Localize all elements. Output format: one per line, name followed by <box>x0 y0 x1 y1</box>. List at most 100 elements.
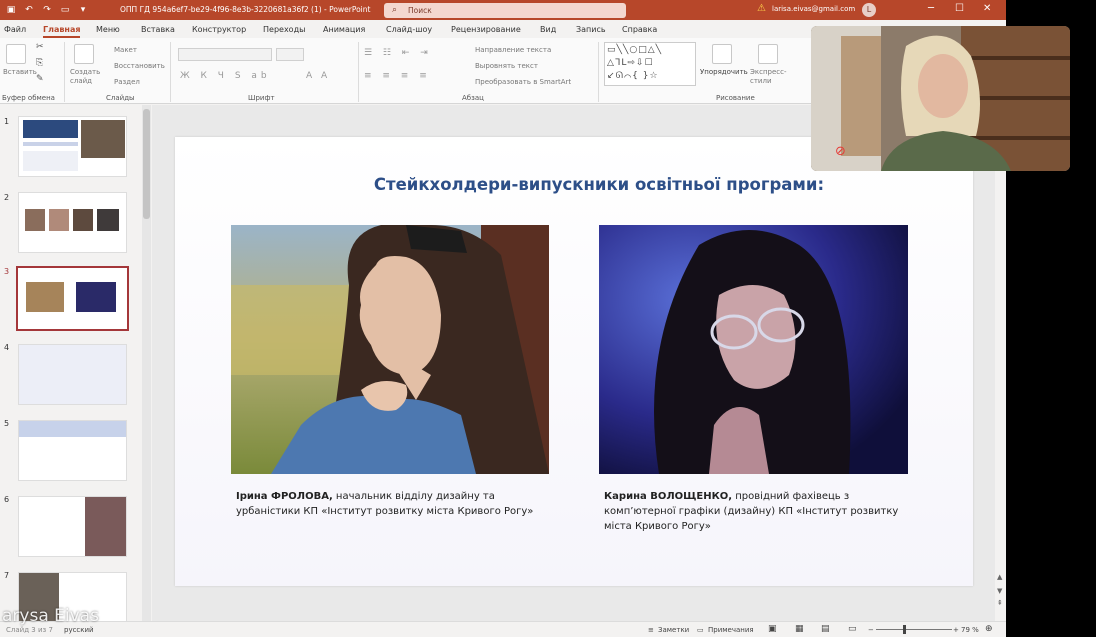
new-slide-icon[interactable] <box>74 44 94 64</box>
slide-canvas[interactable]: Стейкхолдери-випускники освітньої програ… <box>175 137 973 586</box>
slide-thumbnail-3[interactable] <box>16 266 129 331</box>
notes-button[interactable]: Заметки <box>658 626 689 634</box>
minimize-icon[interactable]: ─ <box>928 3 934 14</box>
status-bar: Слайд 3 из 7 русский ≡ Заметки ▭ Примеча… <box>0 621 1006 637</box>
group-drawing: Рисование <box>716 94 755 102</box>
user-email[interactable]: larisa.eivas@gmail.com <box>772 5 855 13</box>
paste-button[interactable]: Вставить <box>3 68 37 76</box>
avatar[interactable]: L <box>862 3 876 17</box>
caption-iryna-name: Ірина ФРОЛОВА, <box>236 491 333 502</box>
align-buttons[interactable]: ≡ ≡ ≡ ≡ <box>364 71 431 81</box>
photo-iryna[interactable] <box>231 225 549 474</box>
font-color-buttons[interactable]: A A <box>306 71 330 81</box>
comments-icon[interactable]: ▭ <box>697 626 704 634</box>
tab-view[interactable]: Вид <box>540 25 556 34</box>
align-text-button[interactable]: Выровнять текст <box>475 62 538 70</box>
group-slides: Слайды <box>106 94 135 102</box>
font-family-select[interactable] <box>178 48 272 61</box>
slide-thumbnail-2[interactable] <box>18 192 127 253</box>
scroll-up-icon[interactable]: ▲ <box>997 573 1002 581</box>
font-size-select[interactable] <box>276 48 304 61</box>
slide-thumbnail-1[interactable] <box>18 116 127 177</box>
slide-thumbnail-4[interactable] <box>18 344 127 405</box>
save-icon[interactable]: ▣ <box>4 3 18 17</box>
tab-transitions[interactable]: Переходы <box>263 25 305 34</box>
slide-sorter-icon[interactable]: ▦ <box>795 624 804 634</box>
thumbnail-scrollbar[interactable] <box>142 105 151 621</box>
section-button[interactable]: Раздел <box>114 78 140 86</box>
normal-view-icon[interactable]: ▣ <box>768 624 777 634</box>
comments-button[interactable]: Примечания <box>708 626 754 634</box>
zoom-out-icon[interactable]: − <box>868 626 874 634</box>
reading-view-icon[interactable]: ▤ <box>821 624 830 634</box>
customize-icon[interactable]: ▾ <box>76 3 90 17</box>
scroll-down-icon[interactable]: ▼ <box>997 587 1002 595</box>
tab-design[interactable]: Конструктор <box>192 25 246 34</box>
tab-home[interactable]: Главная <box>43 25 81 38</box>
zoom-slider[interactable] <box>876 629 952 630</box>
text-direction-button[interactable]: Направление текста <box>475 46 551 54</box>
language-indicator[interactable]: русский <box>64 626 94 634</box>
caption-karyna-name: Карина ВОЛОЩЕНКО, <box>604 491 733 502</box>
group-divider <box>598 42 599 102</box>
quick-styles-button[interactable]: Экспресс-стили <box>750 68 787 86</box>
fit-to-window-icon[interactable]: ⊕ <box>985 624 993 634</box>
tab-file[interactable]: Файл <box>4 25 26 34</box>
slide-thumbnail-5[interactable] <box>18 420 127 481</box>
photo-karyna[interactable] <box>599 225 908 474</box>
tab-slideshow[interactable]: Слайд-шоу <box>386 25 432 34</box>
close-icon[interactable]: ✕ <box>983 3 991 14</box>
zoom-in-icon[interactable]: + <box>953 626 959 634</box>
smartart-button[interactable]: Преобразовать в SmartArt <box>475 78 571 86</box>
caption-karyna[interactable]: Карина ВОЛОЩЕНКО, провідний фахівець з к… <box>604 489 904 534</box>
tab-menu[interactable]: Меню <box>96 25 120 34</box>
arrange-icon[interactable] <box>712 44 732 64</box>
font-format-buttons[interactable]: Ж К Ч S ab <box>180 71 271 81</box>
webcam-video[interactable]: ⊘ <box>811 26 1070 171</box>
group-font: Шрифт <box>248 94 275 102</box>
list-buttons[interactable]: ☰ ☷ ⇤ ⇥ <box>364 48 432 58</box>
tab-insert[interactable]: Вставка <box>141 25 175 34</box>
layout-button[interactable]: Макет <box>114 46 137 54</box>
editor-scrollbar[interactable]: ▲ ▼ ⇞ <box>995 105 1006 621</box>
warning-icon[interactable]: ⚠ <box>757 3 766 14</box>
notes-icon[interactable]: ≡ <box>648 626 654 634</box>
scrollbar-thumb[interactable] <box>143 109 150 219</box>
search-box[interactable]: ⌕ Поиск <box>384 3 626 18</box>
tab-review[interactable]: Рецензирование <box>451 25 521 34</box>
paste-icon[interactable] <box>6 44 26 64</box>
photo-karyna-image <box>599 225 908 474</box>
tab-help[interactable]: Справка <box>622 25 657 34</box>
window-title: ОПП ГД 954a6ef7-be29-4f96-8e3b-3220681a3… <box>120 5 371 14</box>
title-bar: ▣ ↶ ↷ ▭ ▾ ОПП ГД 954a6ef7-be29-4f96-8e3b… <box>0 0 1006 20</box>
group-divider <box>358 42 359 102</box>
maximize-icon[interactable]: ☐ <box>955 3 964 14</box>
reset-button[interactable]: Восстановить <box>114 62 165 70</box>
tab-animation[interactable]: Анимация <box>323 25 365 34</box>
photo-iryna-image <box>231 225 549 474</box>
thumb-number: 5 <box>4 419 10 428</box>
slide-counter: Слайд 3 из 7 <box>6 626 53 634</box>
slide-title[interactable]: Стейкхолдери-випускники освітньої програ… <box>175 175 973 194</box>
copy-icon[interactable]: ⎘ <box>36 58 43 68</box>
slideshow-icon[interactable]: ▭ <box>848 624 857 634</box>
group-clipboard: Буфер обмена <box>2 94 55 102</box>
slide-thumbnail-6[interactable] <box>18 496 127 557</box>
tab-record[interactable]: Запись <box>576 25 606 34</box>
redo-icon[interactable]: ↷ <box>40 3 54 17</box>
mic-muted-icon[interactable]: ⊘ <box>835 144 853 162</box>
arrange-button[interactable]: Упорядочить <box>700 68 748 76</box>
new-slide-button[interactable]: Создать слайд <box>70 68 104 86</box>
format-painter-icon[interactable]: ✎ <box>36 74 44 84</box>
undo-icon[interactable]: ↶ <box>22 3 36 17</box>
thumb-number: 6 <box>4 495 10 504</box>
start-from-beginning-icon[interactable]: ▭ <box>58 3 72 17</box>
quick-styles-icon[interactable] <box>758 44 778 64</box>
caption-iryna[interactable]: Ірина ФРОЛОВА, начальник відділу дизайну… <box>236 489 536 519</box>
cut-icon[interactable]: ✂ <box>36 42 44 52</box>
prev-slide-icon[interactable]: ⇞ <box>997 599 1003 607</box>
shapes-gallery[interactable]: ▭╲╲○□△╲ △ᒣᒪ⇨⇩☐ ↙ᘏ⌒{ }☆ <box>604 42 696 86</box>
thumb-number: 2 <box>4 193 10 202</box>
zoom-level[interactable]: 79 % <box>961 626 979 634</box>
zoom-slider-handle[interactable] <box>903 625 906 634</box>
